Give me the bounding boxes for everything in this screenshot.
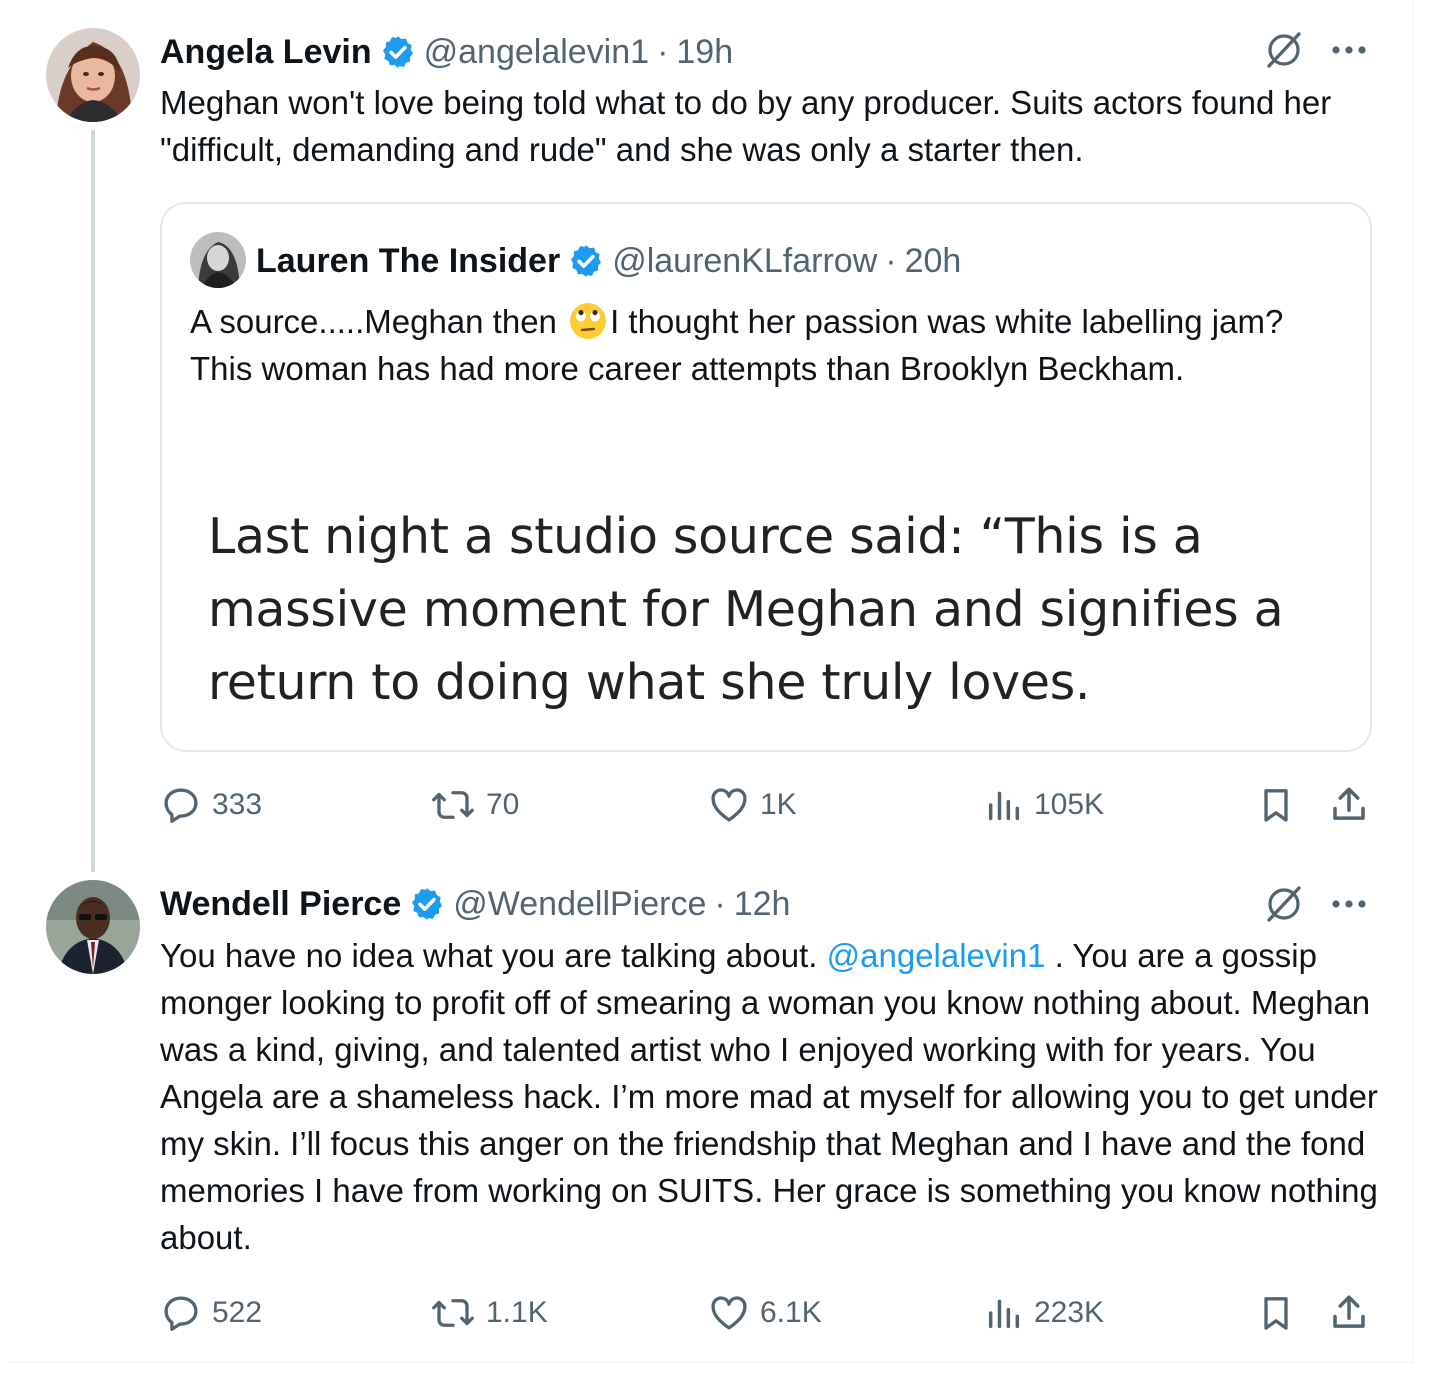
face-with-rolling-eyes-emoji — [570, 303, 607, 339]
views-button[interactable]: 223K — [984, 1288, 1104, 1338]
tweet-text: Meghan won't love being told what to do … — [160, 84, 1332, 168]
avatar-angela-levin[interactable] — [46, 28, 140, 122]
reply-icon — [164, 1296, 198, 1331]
like-count: 6.1K — [760, 1296, 822, 1329]
avatar-lauren[interactable] — [190, 232, 246, 288]
timestamp[interactable]: 19h — [676, 33, 733, 72]
mention-link[interactable]: @angelalevin1 — [827, 937, 1046, 974]
author-handle[interactable]: @angelalevin1 — [424, 33, 649, 72]
share-icon — [1333, 1295, 1365, 1328]
reply-icon — [164, 788, 198, 823]
tweet-top-actions — [1264, 30, 1368, 70]
more-icon[interactable] — [1330, 898, 1368, 910]
verified-badge-icon — [382, 36, 413, 68]
repost-icon — [432, 1299, 474, 1327]
thread-connector-line — [91, 130, 95, 872]
reply-button[interactable]: 333 — [160, 780, 262, 830]
quoted-tweet-text: A source.....Meghan then I thought her p… — [190, 298, 1330, 392]
share-button[interactable] — [1328, 780, 1370, 830]
views-count: 105K — [1034, 788, 1105, 821]
bookmark-icon — [1264, 1297, 1288, 1330]
verified-badge-icon — [571, 245, 602, 277]
repost-button[interactable]: 1.1K — [430, 1288, 548, 1338]
repost-count: 1.1K — [486, 1296, 548, 1329]
author-name[interactable]: Angela Levin — [160, 33, 372, 72]
quoted-tweet[interactable]: Lauren The Insider @laurenKLfarrow · 20h… — [160, 202, 1372, 752]
reply-button[interactable]: 522 — [160, 1288, 262, 1338]
verified-badge-icon — [412, 888, 443, 920]
timestamp[interactable]: 12h — [734, 885, 791, 924]
share-button[interactable] — [1328, 1288, 1370, 1338]
like-button[interactable]: 1K — [708, 780, 797, 830]
tweet-text-start: You have no idea what you are talking ab… — [160, 937, 827, 974]
like-count: 1K — [760, 788, 797, 821]
like-icon — [711, 788, 747, 822]
views-icon — [988, 791, 1020, 821]
bookmark-button[interactable] — [1256, 1288, 1296, 1338]
quoted-tweet-header: Lauren The Insider @laurenKLfarrow · 20h — [256, 238, 961, 284]
tweet-actions: 333 70 1K 105K — [160, 780, 1370, 830]
tweet-text-end: . You are a gossip monger looking to pro… — [160, 937, 1378, 1256]
tweet-header: Angela Levin @angelalevin1 · 19h — [160, 28, 733, 76]
share-icon — [1333, 787, 1365, 820]
more-icon[interactable] — [1330, 44, 1368, 56]
tweet-header: Wendell Pierce @WendellPierce · 12h — [160, 880, 790, 928]
separator-dot: · — [714, 884, 726, 923]
quoted-author-name[interactable]: Lauren The Insider — [256, 242, 560, 281]
separator-dot: · — [885, 241, 897, 280]
views-icon — [988, 1299, 1020, 1329]
quoted-text-start: A source.....Meghan then — [190, 303, 567, 340]
quoted-image-text: Last night a studio source said: “This i… — [208, 508, 1284, 711]
bookmark-icon — [1264, 789, 1288, 822]
tweet-text: You have no idea what you are talking ab… — [160, 932, 1390, 1261]
avatar-wendell-pierce[interactable] — [46, 880, 140, 974]
bookmark-button[interactable] — [1256, 780, 1296, 830]
views-button[interactable]: 105K — [984, 780, 1104, 830]
like-button[interactable]: 6.1K — [708, 1288, 822, 1338]
repost-count: 70 — [486, 788, 520, 821]
separator-dot: · — [657, 32, 669, 71]
grok-icon[interactable] — [1264, 884, 1304, 924]
reply-count: 522 — [212, 1296, 263, 1329]
quoted-author-handle[interactable]: @laurenKLfarrow — [612, 242, 877, 281]
repost-button[interactable]: 70 — [430, 780, 519, 830]
repost-icon — [432, 791, 474, 819]
like-icon — [711, 1296, 747, 1330]
author-name[interactable]: Wendell Pierce — [160, 885, 401, 924]
author-handle[interactable]: @WendellPierce — [453, 885, 706, 924]
tweet-top-actions — [1264, 884, 1368, 924]
views-count: 223K — [1034, 1296, 1105, 1329]
quoted-timestamp[interactable]: 20h — [905, 242, 962, 281]
reply-count: 333 — [212, 788, 263, 821]
tweet-actions: 522 1.1K 6.1K 223K — [160, 1288, 1370, 1338]
grok-icon[interactable] — [1264, 30, 1304, 70]
